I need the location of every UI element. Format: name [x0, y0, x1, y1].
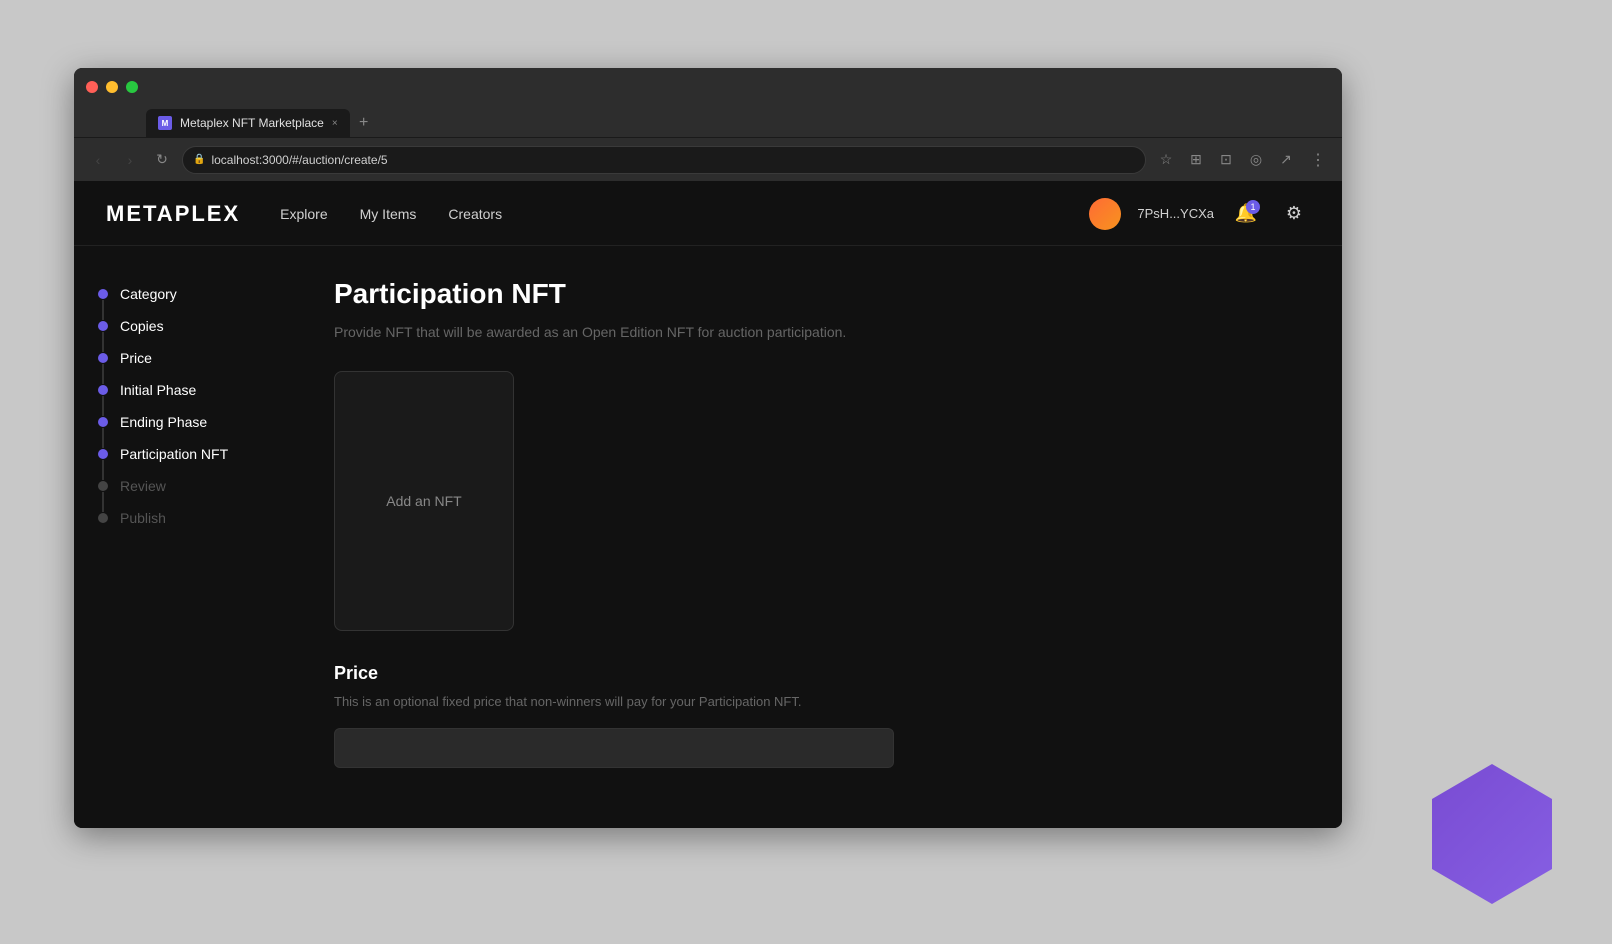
sidebar-dot-copies: [98, 321, 108, 331]
sidebar-dot-initial-phase: [98, 385, 108, 395]
sidebar-item-ending-phase[interactable]: Ending Phase: [98, 406, 270, 438]
main-content: Participation NFT Provide NFT that will …: [294, 246, 1342, 828]
gear-icon: ⚙: [1286, 203, 1302, 224]
navbar: METAPLEX Explore My Items Creators 7PsH.…: [74, 182, 1342, 246]
sidebar-label-copies: Copies: [120, 318, 164, 334]
forward-button[interactable]: ›: [118, 148, 142, 172]
lock-icon: 🔒: [193, 154, 205, 165]
sidebar-dot-price: [98, 353, 108, 363]
sidebar-label-initial-phase: Initial Phase: [120, 382, 196, 398]
maximize-button[interactable]: [126, 81, 138, 93]
price-input[interactable]: [334, 728, 894, 768]
add-nft-card[interactable]: Add an NFT: [334, 371, 514, 631]
navbar-right: 7PsH...YCXa 🔔 1 ⚙: [1089, 198, 1310, 230]
notification-button[interactable]: 🔔 1: [1230, 198, 1262, 230]
sidebar-item-initial-phase[interactable]: Initial Phase: [98, 374, 270, 406]
settings-button[interactable]: ⚙: [1278, 198, 1310, 230]
nav-links: Explore My Items Creators: [280, 206, 1089, 222]
active-tab[interactable]: M Metaplex NFT Marketplace ×: [146, 109, 350, 137]
page-description: Provide NFT that will be awarded as an O…: [334, 322, 1302, 343]
more-menu-button[interactable]: ⋮: [1306, 148, 1330, 172]
address-bar-row: ‹ › ↻ 🔒 localhost:3000/#/auction/create/…: [74, 138, 1342, 182]
main-layout: Category Copies Price: [74, 246, 1342, 828]
sidebar-dot-ending-phase: [98, 417, 108, 427]
sidebar-label-publish: Publish: [120, 510, 166, 526]
new-tab-button[interactable]: +: [350, 109, 378, 137]
sidebar-dot-participation-nft: [98, 449, 108, 459]
sidebar-label-ending-phase: Ending Phase: [120, 414, 207, 430]
url-text: localhost:3000/#/auction/create/5: [211, 153, 387, 167]
nav-my-items[interactable]: My Items: [360, 206, 417, 222]
back-button[interactable]: ‹: [86, 148, 110, 172]
sidebar-dot-review: [98, 481, 108, 491]
sidebar: Category Copies Price: [74, 246, 294, 828]
sidebar-item-category[interactable]: Category: [98, 278, 270, 310]
tab-favicon-icon: M: [158, 116, 172, 130]
price-section: Price This is an optional fixed price th…: [334, 663, 1302, 768]
extension-icon-2[interactable]: ⊡: [1214, 148, 1238, 172]
minimize-button[interactable]: [106, 81, 118, 93]
url-bar[interactable]: 🔒 localhost:3000/#/auction/create/5: [182, 146, 1146, 174]
price-section-description: This is an optional fixed price that non…: [334, 692, 1302, 712]
close-button[interactable]: [86, 81, 98, 93]
sidebar-label-category: Category: [120, 286, 177, 302]
browser-window: M Metaplex NFT Marketplace × + ‹ › ↻ 🔒 l…: [74, 68, 1342, 828]
nav-creators[interactable]: Creators: [448, 206, 502, 222]
decorative-shape: [1432, 764, 1552, 904]
sidebar-item-price[interactable]: Price: [98, 342, 270, 374]
toolbar-icons: ☆ ⊞ ⊡ ◎ ↗: [1154, 148, 1298, 172]
browser-titlebar: [74, 68, 1342, 106]
sidebar-item-copies[interactable]: Copies: [98, 310, 270, 342]
sidebar-dot-category: [98, 289, 108, 299]
sidebar-dot-publish: [98, 513, 108, 523]
logo[interactable]: METAPLEX: [106, 201, 240, 227]
tab-bar: M Metaplex NFT Marketplace × +: [74, 106, 1342, 138]
sidebar-label-participation-nft: Participation NFT: [120, 446, 228, 462]
notification-badge: 1: [1246, 200, 1260, 214]
sidebar-item-publish[interactable]: Publish: [98, 502, 270, 534]
sidebar-label-review: Review: [120, 478, 166, 494]
extension-icon-1[interactable]: ⊞: [1184, 148, 1208, 172]
tab-title: Metaplex NFT Marketplace: [180, 116, 324, 130]
wallet-avatar: [1089, 198, 1121, 230]
app-content: METAPLEX Explore My Items Creators 7PsH.…: [74, 182, 1342, 828]
refresh-button[interactable]: ↻: [150, 148, 174, 172]
extension-icon-4[interactable]: ↗: [1274, 148, 1298, 172]
tab-close-icon[interactable]: ×: [332, 118, 338, 129]
add-nft-label: Add an NFT: [386, 493, 461, 509]
sidebar-label-price: Price: [120, 350, 152, 366]
sidebar-item-participation-nft[interactable]: Participation NFT: [98, 438, 270, 470]
page-title: Participation NFT: [334, 278, 1302, 310]
wallet-address[interactable]: 7PsH...YCXa: [1137, 206, 1214, 221]
bookmark-icon[interactable]: ☆: [1154, 148, 1178, 172]
sidebar-item-review[interactable]: Review: [98, 470, 270, 502]
extension-icon-3[interactable]: ◎: [1244, 148, 1268, 172]
sidebar-items: Category Copies Price: [98, 278, 270, 534]
nav-explore[interactable]: Explore: [280, 206, 327, 222]
price-section-title: Price: [334, 663, 1302, 684]
